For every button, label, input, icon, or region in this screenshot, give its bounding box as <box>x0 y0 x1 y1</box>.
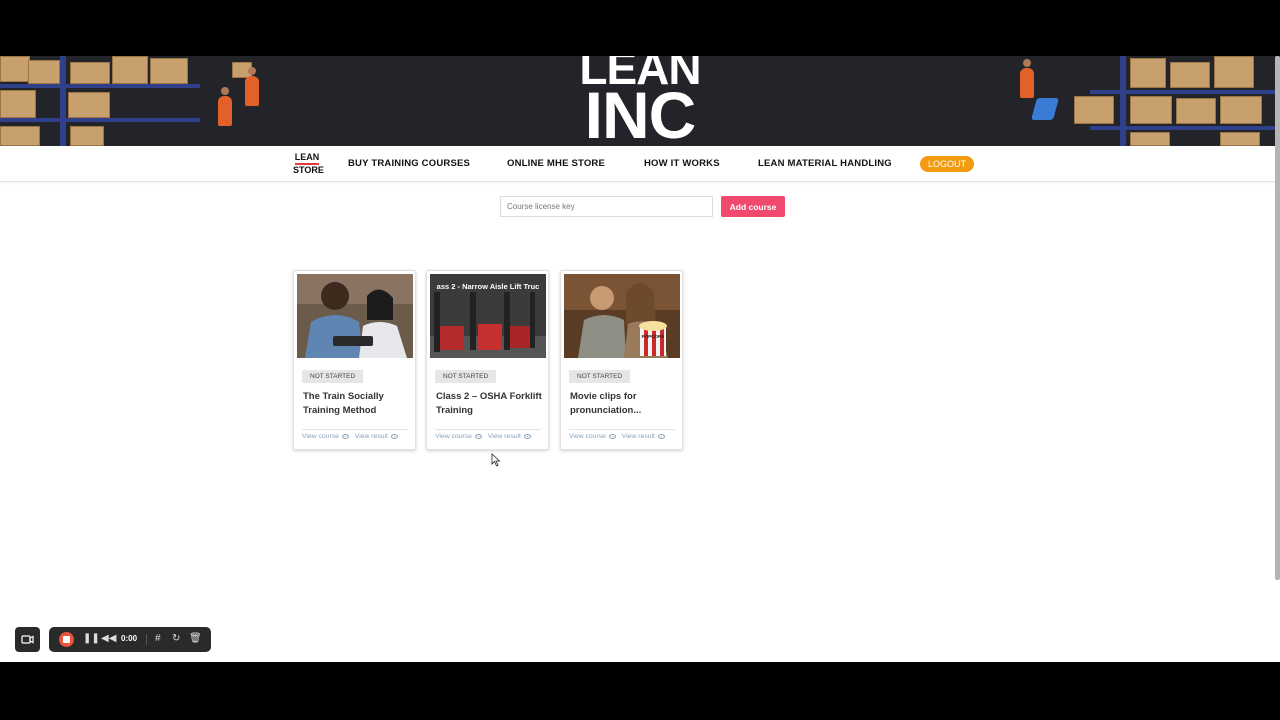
course-links: View course View result <box>435 429 541 440</box>
grid-icon[interactable]: # <box>155 633 161 645</box>
nav-lean-material-handling[interactable]: LEAN MATERIAL HANDLING <box>758 158 892 169</box>
thumbnail-caption: ass 2 - Narrow Aisle Lift Truc <box>436 282 540 291</box>
nav-buy-training-courses[interactable]: BUY TRAINING COURSES <box>348 158 470 169</box>
course-links: View course View result <box>569 429 675 440</box>
page: LEAN INC LEAN STORE BUY TRAINING COURSES… <box>0 56 1280 662</box>
restart-icon[interactable]: ↻ <box>172 633 180 645</box>
hero-banner: LEAN INC <box>0 56 1280 146</box>
view-result-link[interactable]: View result <box>355 433 388 440</box>
main-navigation: LEAN STORE BUY TRAINING COURSES ONLINE M… <box>0 146 1280 182</box>
hero-title-line2: INC <box>584 77 697 146</box>
camera-icon <box>21 635 34 644</box>
course-thumbnail-people[interactable] <box>297 274 413 358</box>
thumbnail-caption: POPCORN <box>641 334 665 339</box>
warehouse-illustration-right <box>1010 56 1280 146</box>
nav-how-it-works[interactable]: HOW IT WORKS <box>644 158 720 169</box>
eye-icon <box>390 433 398 439</box>
logo-text-bottom: STORE <box>293 165 324 175</box>
view-result-link[interactable]: View result <box>622 433 655 440</box>
status-badge: NOT STARTED <box>302 370 364 383</box>
warehouse-illustration-left <box>0 56 270 146</box>
status-badge: NOT STARTED <box>435 370 497 383</box>
course-thumbnail-movie[interactable]: POPCORN <box>564 274 680 358</box>
course-title: Movie clips for pronunciation... <box>570 391 642 416</box>
screen-recorder-toolbar: ❚❚ ◀◀ 0:00 # ↻ 🗑 <box>49 627 211 652</box>
mouse-cursor-icon <box>491 453 501 467</box>
view-course-link[interactable]: View course <box>569 433 606 440</box>
course-title: Class 2 – OSHA Forklift Training <box>436 391 542 416</box>
page-scrollbar[interactable] <box>1275 56 1280 580</box>
course-card[interactable]: NOT STARTED The Train Socially Training … <box>293 270 416 450</box>
course-card[interactable]: ass 2 - Narrow Aisle Lift Truc NOT START… <box>426 270 549 450</box>
hero-title: LEAN INC <box>560 56 720 146</box>
stop-recording-button[interactable] <box>59 632 74 647</box>
recorder-camera-button[interactable] <box>15 627 40 652</box>
add-course-button[interactable]: Add course <box>721 196 785 217</box>
logout-button[interactable]: LOGOUT <box>920 156 975 172</box>
eye-icon <box>523 433 531 439</box>
pause-icon[interactable]: ❚❚ <box>83 633 100 645</box>
nav-online-mhe-store[interactable]: ONLINE MHE STORE <box>507 158 605 169</box>
rewind-icon[interactable]: ◀◀ <box>101 633 116 645</box>
eye-icon <box>341 433 349 439</box>
trash-icon[interactable]: 🗑 <box>189 633 202 645</box>
view-course-link[interactable]: View course <box>302 433 339 440</box>
course-title: The Train Socially Training Method <box>303 391 384 416</box>
status-badge: NOT STARTED <box>569 370 631 383</box>
course-links: View course View result <box>302 429 408 440</box>
eye-icon <box>608 433 616 439</box>
course-card[interactable]: POPCORN NOT STARTED Movie clips for pron… <box>560 270 683 450</box>
eye-icon <box>474 433 482 439</box>
view-course-link[interactable]: View course <box>435 433 472 440</box>
recording-timer: 0:00 <box>121 634 138 643</box>
course-thumbnail-forklifts[interactable]: ass 2 - Narrow Aisle Lift Truc <box>430 274 546 358</box>
logo-text-top: LEAN <box>294 152 320 162</box>
view-result-link[interactable]: View result <box>488 433 521 440</box>
course-license-key-input[interactable] <box>500 196 713 217</box>
eye-icon <box>657 433 665 439</box>
lean-store-logo[interactable]: LEAN STORE <box>293 152 324 176</box>
